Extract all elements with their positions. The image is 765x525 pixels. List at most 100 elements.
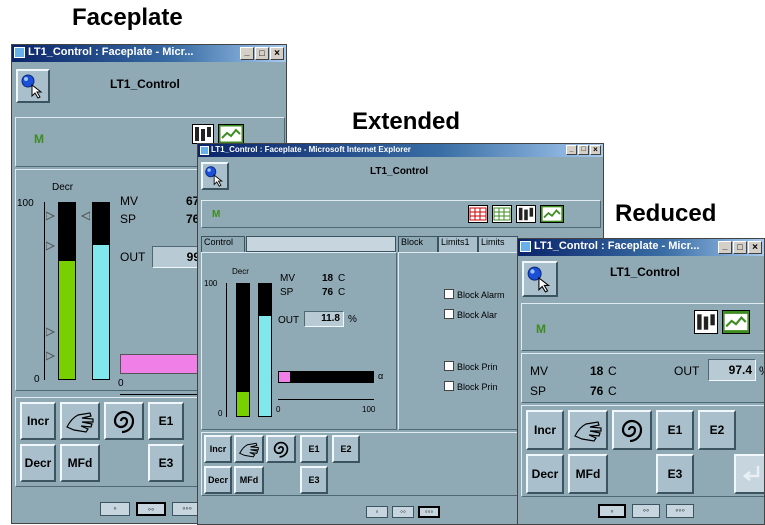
- reduced-pointer-button[interactable]: [522, 261, 558, 297]
- extended-auto-swirl-button[interactable]: [266, 435, 296, 463]
- extended-mode: M: [212, 209, 221, 220]
- faceplate-scale-line: [44, 202, 45, 380]
- maximize-button[interactable]: □: [255, 47, 269, 60]
- extended-out-bar: [278, 371, 374, 383]
- reduced-e3-button[interactable]: E3: [656, 454, 694, 494]
- minimize-button[interactable]: _: [718, 241, 732, 254]
- extended-e3-button[interactable]: E3: [300, 466, 328, 494]
- faceplate-auto-swirl-button[interactable]: [104, 402, 144, 440]
- extended-out-marker: α: [378, 371, 384, 381]
- extended-decr-button[interactable]: Decr: [204, 466, 232, 494]
- faceplate-sp-label: SP: [120, 212, 137, 226]
- reduced-zoom-reduced-button[interactable]: ◦: [598, 504, 626, 518]
- faceplate-scale-bottom: 0: [34, 374, 40, 385]
- faceplate-e1-button[interactable]: E1: [148, 402, 184, 440]
- extended-detail-icon[interactable]: [516, 205, 536, 223]
- extended-mv-label: MV: [280, 273, 295, 284]
- green-grid-icon: [493, 207, 511, 221]
- reduced-out-value[interactable]: 97.4: [708, 359, 756, 381]
- extended-trend-icon[interactable]: [540, 205, 564, 223]
- block-print-checkbox-1[interactable]: Block Prin: [444, 361, 498, 372]
- reduced-manual-hand-button[interactable]: [568, 410, 608, 450]
- blue-ball-pointer-icon: [527, 266, 551, 293]
- faceplate-scale-top: 100: [17, 198, 34, 209]
- extended-mv-value: 18: [322, 273, 334, 284]
- reduced-e2-button[interactable]: E2: [698, 410, 736, 450]
- reduced-e1-button[interactable]: E1: [656, 410, 694, 450]
- tab-limits1[interactable]: Limits1: [438, 236, 478, 252]
- extended-zoom-extended-button[interactable]: ◦◦◦: [418, 506, 440, 518]
- enter-arrow-icon: [742, 466, 760, 481]
- extended-zoom-normal-button[interactable]: ◦◦: [392, 506, 414, 518]
- reduced-detail-icon[interactable]: [694, 310, 718, 334]
- reduced-enter-button[interactable]: [734, 454, 764, 494]
- extended-sp-value: 76: [322, 287, 334, 298]
- reduced-decr-button[interactable]: Decr: [526, 454, 564, 494]
- ie-icon: [200, 146, 209, 155]
- faceplate-tag-title: LT1_Control: [110, 77, 180, 91]
- tab-control[interactable]: Control: [201, 236, 245, 252]
- minimize-button[interactable]: _: [566, 145, 577, 155]
- extended-e1-button[interactable]: E1: [300, 435, 328, 463]
- extended-out-unit: %: [348, 314, 357, 325]
- tab-block[interactable]: Block: [398, 236, 438, 252]
- extended-mfd-button[interactable]: MFd: [234, 466, 264, 494]
- extended-manual-hand-button[interactable]: [234, 435, 264, 463]
- hand-icon: [574, 421, 602, 442]
- close-button[interactable]: ×: [270, 47, 284, 60]
- faceplate-manual-hand-button[interactable]: [60, 402, 100, 440]
- caption-extended: Extended: [352, 108, 461, 135]
- reduced-zoom-extended-button[interactable]: ◦◦◦: [666, 504, 694, 518]
- block-alar-checkbox[interactable]: Block Alar: [444, 309, 497, 320]
- reduced-tag-title: LT1_Control: [610, 265, 680, 279]
- reduced-out-label: OUT: [674, 364, 700, 378]
- faceplate-mfd-button[interactable]: MFd: [60, 444, 100, 482]
- block-print-checkbox-2[interactable]: Block Prin: [444, 381, 498, 392]
- faceplate-detail-icon[interactable]: [192, 124, 214, 144]
- faceplate-pointer-button[interactable]: [16, 69, 50, 103]
- extended-incr-button[interactable]: Incr: [204, 435, 232, 463]
- reduced-trend-icon[interactable]: [722, 310, 750, 334]
- swirl-icon: [621, 419, 643, 443]
- extended-sp-bar: [258, 283, 272, 417]
- faceplate-zoom-normal-button[interactable]: ◦◦: [136, 502, 166, 516]
- detail-icon: [195, 127, 211, 141]
- faceplate-incr-button[interactable]: Incr: [20, 402, 56, 440]
- extended-alarm-grid-icon[interactable]: [468, 205, 488, 223]
- extended-control-panel: Decr 100 0 MV 18 C SP 76 C OUT 11.8 % α …: [201, 252, 397, 430]
- maximize-button[interactable]: □: [733, 241, 747, 254]
- extended-zoom-reduced-button[interactable]: ◦: [366, 506, 388, 518]
- reduced-value-panel: MV 18 C SP 76 C OUT 97.4 %: [521, 353, 764, 403]
- extended-scale-line: [226, 283, 227, 417]
- extended-bar-title: Decr: [232, 267, 249, 276]
- extended-e2-button[interactable]: E2: [332, 435, 360, 463]
- extended-scale-top: 100: [204, 279, 218, 288]
- reduced-mfd-button[interactable]: MFd: [568, 454, 608, 494]
- faceplate-trend-icon[interactable]: [218, 124, 244, 144]
- tab-limits[interactable]: Limits: [478, 236, 518, 252]
- caption-faceplate: Faceplate: [72, 4, 183, 31]
- reduced-sp-unit: C: [608, 384, 617, 398]
- reduced-mv-value: 18: [590, 364, 604, 378]
- close-button[interactable]: ×: [590, 145, 601, 155]
- extended-pointer-button[interactable]: [201, 162, 229, 190]
- extended-out-value[interactable]: 11.8: [304, 311, 344, 327]
- faceplate-e3-button[interactable]: E3: [148, 444, 184, 482]
- extended-out-label: OUT: [278, 315, 300, 326]
- minimize-button[interactable]: _: [240, 47, 254, 60]
- faceplate-alarm-markers: [46, 211, 90, 361]
- block-alarm-checkbox[interactable]: Block Alarm: [444, 289, 505, 300]
- reduced-mode: M: [536, 322, 546, 336]
- faceplate-decr-button[interactable]: Decr: [20, 444, 56, 482]
- reduced-zoom-normal-button[interactable]: ◦◦: [632, 504, 660, 518]
- faceplate-zoom-reduced-button[interactable]: ◦: [100, 502, 130, 516]
- close-button[interactable]: ×: [748, 241, 762, 254]
- extended-sp-label: SP: [280, 287, 294, 298]
- extended-status-grid-icon[interactable]: [492, 205, 512, 223]
- blue-ball-pointer-icon: [205, 166, 224, 187]
- reduced-out-unit: %: [759, 364, 764, 378]
- trend-icon: [723, 312, 749, 332]
- maximize-button[interactable]: □: [578, 145, 589, 155]
- reduced-auto-swirl-button[interactable]: [612, 410, 652, 450]
- reduced-incr-button[interactable]: Incr: [526, 410, 564, 450]
